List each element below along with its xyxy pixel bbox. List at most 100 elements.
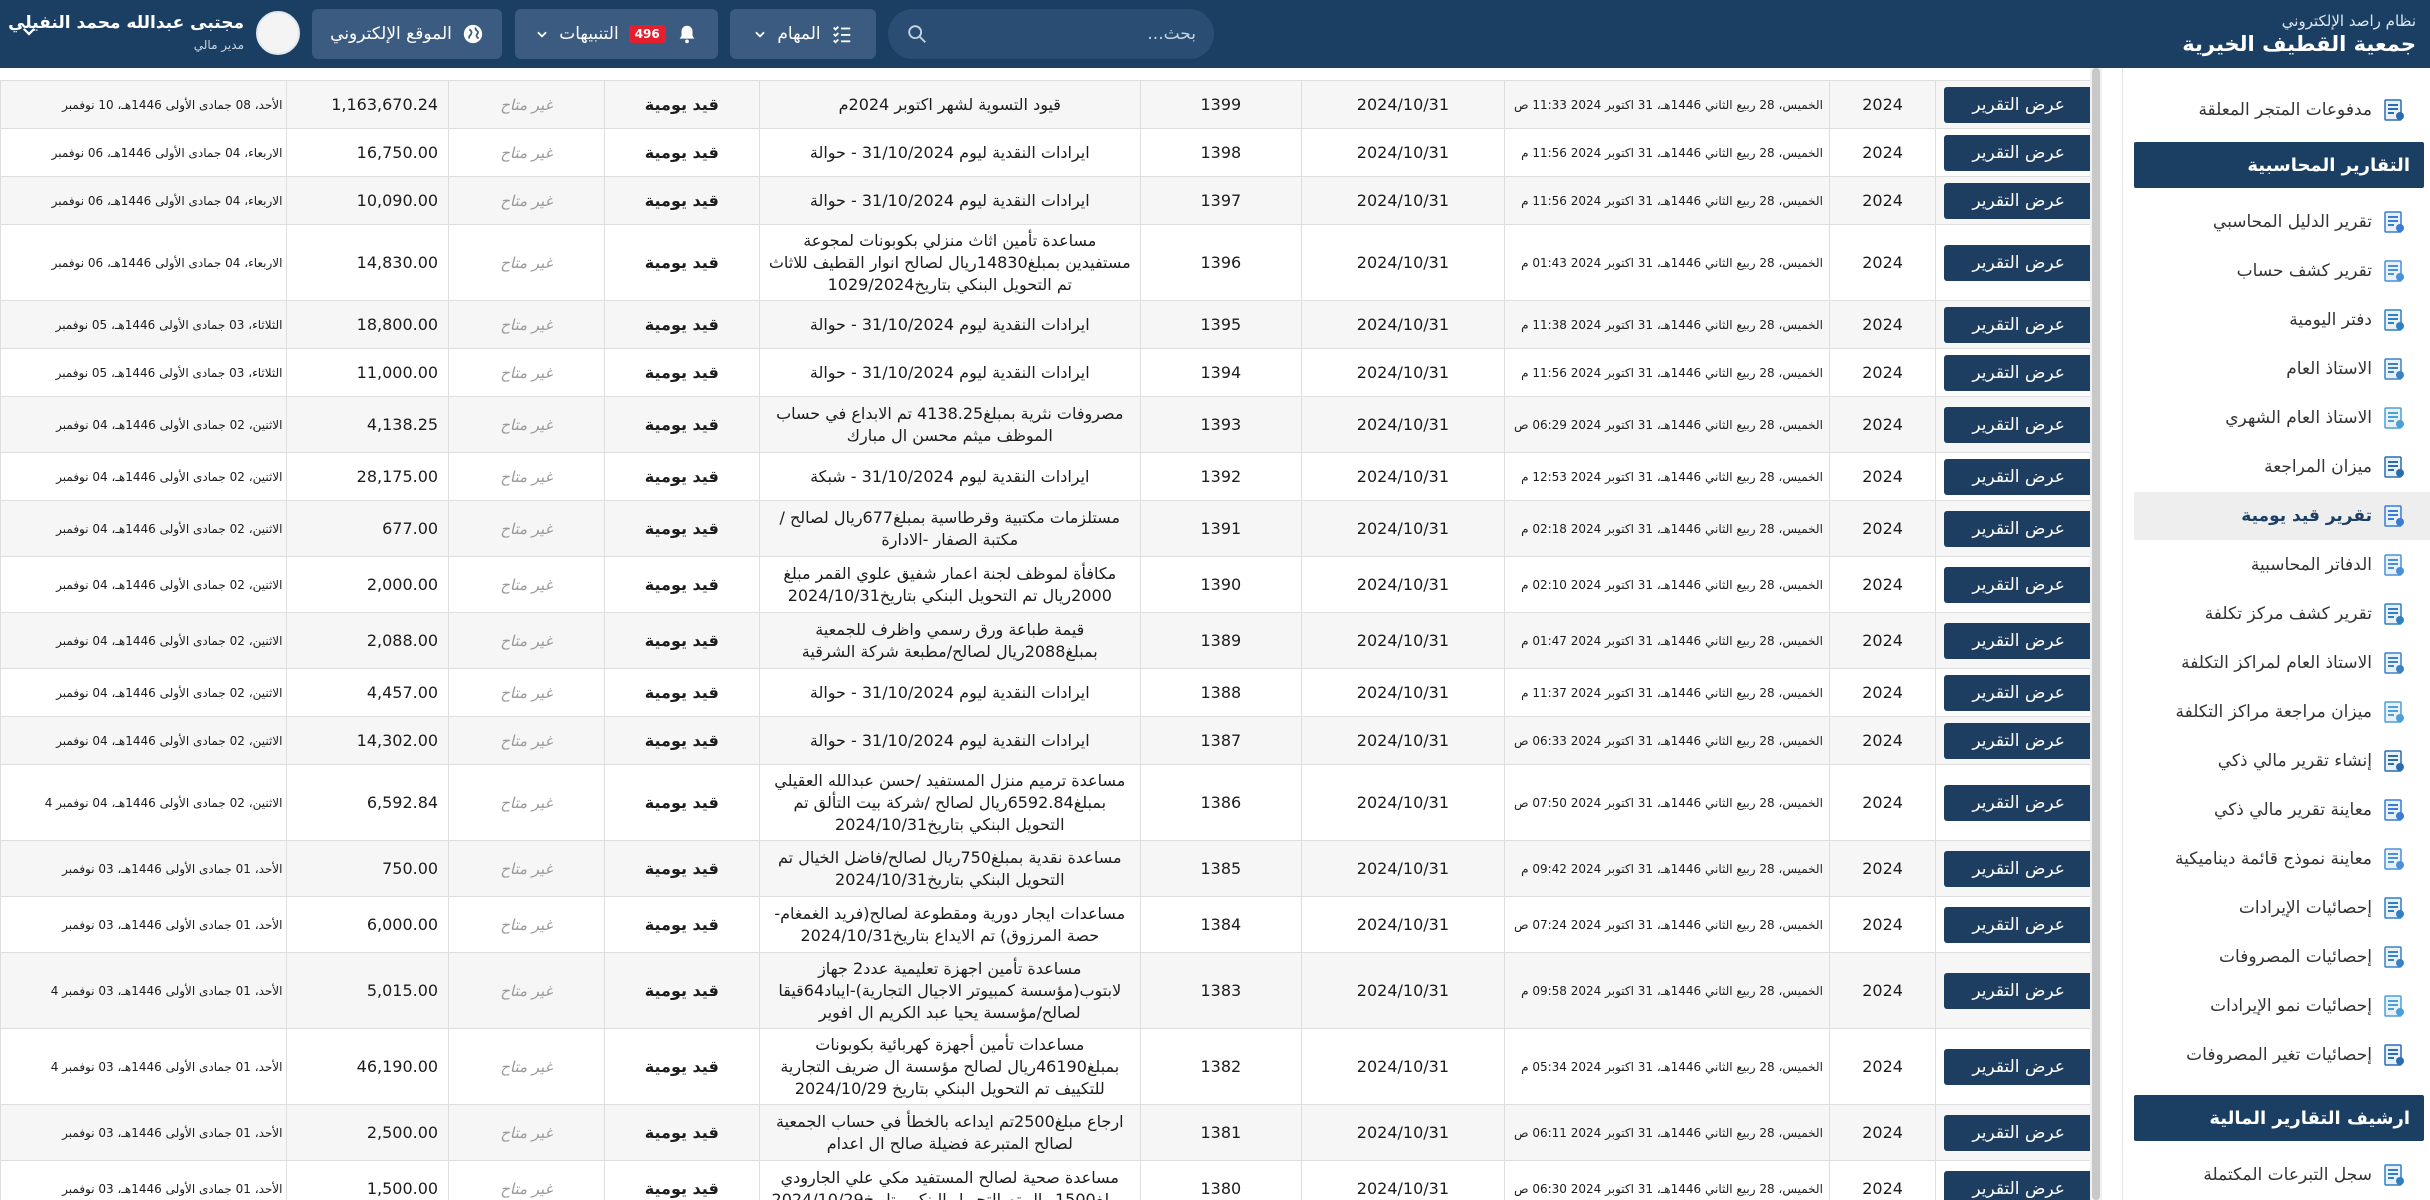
view-report-button[interactable]: عرض التقرير — [1944, 354, 2093, 391]
view-report-button[interactable]: عرض التقرير — [1944, 674, 2093, 711]
sidebar-item[interactable]: سجل التبرعات المكتملة — [2134, 1151, 2430, 1199]
cell-approved: الأحد، 01 جمادى الأولى 1446هـ، 03 نوفمبر… — [0, 952, 288, 1029]
action-cell: عرض التقرير — [1935, 896, 2102, 953]
view-report-button[interactable]: عرض التقرير — [1944, 784, 2093, 821]
scrollbar-thumb[interactable] — [2092, 68, 2100, 1200]
view-report-button[interactable]: عرض التقرير — [1944, 458, 2093, 495]
cell-created: الخميس، 28 ربيع الثاني 1446هـ، 31 اكتوبر… — [1503, 396, 1830, 453]
sidebar-item[interactable]: إحصائيات المصروفات — [2134, 933, 2430, 981]
cell-type: قيد يومية — [603, 716, 761, 765]
report-icon — [2384, 701, 2404, 723]
cell-created: الخميس، 28 ربيع الثاني 1446هـ، 31 اكتوبر… — [1503, 840, 1830, 897]
view-report-button[interactable]: عرض التقرير — [1944, 906, 2093, 943]
sidebar-item[interactable]: تقرير كشف مركز تكلفة — [2134, 590, 2430, 638]
view-report-button[interactable]: عرض التقرير — [1944, 306, 2093, 343]
cell-num: 1382 — [1139, 1028, 1303, 1105]
sidebar-item[interactable]: ميزان المراجعة — [2134, 443, 2430, 491]
view-report-button[interactable]: عرض التقرير — [1944, 86, 2093, 123]
view-report-button[interactable]: عرض التقرير — [1944, 1114, 2093, 1151]
cell-type: قيد يومية — [603, 396, 761, 453]
search-input[interactable] — [940, 24, 1196, 44]
user-menu[interactable]: مجتبى عبدالله محمد النفيلي مدير مالي — [8, 8, 300, 60]
view-report-button[interactable]: عرض التقرير — [1944, 1048, 2093, 1085]
cell-created: الخميس، 28 ربيع الثاني 1446هـ، 31 اكتوبر… — [1503, 300, 1830, 349]
cell-approved: الأحد، 08 جمادى الأولى 1446هـ، 10 نوفمبر — [0, 80, 288, 129]
view-report-button[interactable]: عرض التقرير — [1944, 406, 2093, 443]
view-report-button[interactable]: عرض التقرير — [1944, 182, 2093, 219]
website-label: الموقع الإلكتروني — [330, 24, 452, 44]
view-report-button[interactable]: عرض التقرير — [1944, 244, 2093, 281]
sidebar-item-label: تقرير كشف مركز تكلفة — [2204, 604, 2372, 624]
sidebar-item[interactable]: معاينة تقرير مالي ذكي — [2134, 786, 2430, 834]
action-cell: عرض التقرير — [1935, 500, 2102, 557]
tasks-button[interactable]: المهام — [730, 9, 876, 59]
cell-created: الخميس، 28 ربيع الثاني 1446هـ، 31 اكتوبر… — [1503, 952, 1830, 1029]
cell-avail: غير متاح — [448, 500, 605, 557]
sidebar-item[interactable]: مدفوعات المتجر المعلقة — [2134, 86, 2430, 134]
sidebar-item-label: إحصائيات الإيرادات — [2238, 898, 2372, 918]
sidebar-item[interactable]: إحصائيات الإيرادات — [2134, 884, 2430, 932]
cell-date: 2024/10/31 — [1301, 452, 1505, 501]
cell-num: 1392 — [1139, 452, 1303, 501]
cell-type: قيد يومية — [603, 896, 761, 953]
cell-num: 1396 — [1139, 224, 1303, 301]
chevron-down-icon[interactable] — [20, 22, 38, 40]
sidebar-item[interactable]: دفتر اليومية — [2134, 296, 2430, 344]
globe-icon — [463, 24, 483, 44]
sidebar-item[interactable]: تقرير كشف حساب — [2134, 247, 2430, 295]
cell-amount: 750.00 — [286, 840, 450, 897]
cell-approved: الأحد، 01 جمادى الأولى 1446هـ، 03 نوفمبر — [0, 896, 288, 953]
cell-created: الخميس، 28 ربيع الثاني 1446هـ، 31 اكتوبر… — [1503, 500, 1830, 557]
cell-num: 1386 — [1139, 764, 1303, 841]
cell-created: الخميس، 28 ربيع الثاني 1446هـ، 31 اكتوبر… — [1503, 348, 1830, 397]
cell-num: 1398 — [1139, 128, 1303, 177]
view-report-button[interactable]: عرض التقرير — [1944, 566, 2093, 603]
view-report-button[interactable]: عرض التقرير — [1944, 622, 2093, 659]
cell-desc: ايرادات النقدية ليوم 31/10/2024 - حوالة — [759, 716, 1141, 765]
view-report-button[interactable]: عرض التقرير — [1944, 972, 2093, 1009]
sidebar-item[interactable]: تقرير قيد يومية — [2134, 492, 2430, 540]
view-report-button[interactable]: عرض التقرير — [1944, 1170, 2093, 1200]
cell-approved: الاثنين، 02 جمادى الأولى 1446هـ، 04 نوفم… — [0, 764, 288, 841]
cell-date: 2024/10/31 — [1301, 80, 1505, 129]
sidebar-item[interactable]: ميزان مراجعة مراكز التكلفة — [2134, 688, 2430, 736]
sidebar-item[interactable]: الاستاذ العام لمراكز التكلفة — [2134, 639, 2430, 687]
view-report-button[interactable]: عرض التقرير — [1944, 510, 2093, 547]
sidebar-item[interactable]: إحصائيات تغير المصروفات — [2134, 1031, 2430, 1079]
avatar[interactable] — [256, 11, 300, 55]
cell-date: 2024/10/31 — [1301, 1160, 1505, 1200]
view-report-button[interactable]: عرض التقرير — [1944, 850, 2093, 887]
sidebar-item[interactable]: معاينة نموذج قائمة ديناميكية — [2134, 835, 2430, 883]
sidebar-item[interactable]: الدفاتر المحاسبية — [2134, 541, 2430, 589]
content-scrollbar[interactable] — [2090, 68, 2102, 1200]
cell-type: قيد يومية — [603, 840, 761, 897]
view-report-button[interactable]: عرض التقرير — [1944, 722, 2093, 759]
report-icon — [2384, 995, 2404, 1017]
journal-entries-table-container: عرض التقرير 2024 الخميس، 28 ربيع الثاني 14… — [0, 80, 2102, 1200]
cell-created: الخميس، 28 ربيع الثاني 1446هـ، 31 اكتوبر… — [1503, 896, 1830, 953]
sidebar-section-header[interactable]: التقارير المحاسبية — [2134, 142, 2424, 188]
sidebar-item[interactable]: الاستاذ العام الشهري — [2134, 394, 2430, 442]
cell-avail: غير متاح — [448, 1160, 605, 1200]
cell-desc: ايرادات النقدية ليوم 31/10/2024 - حوالة — [759, 300, 1141, 349]
action-cell: عرض التقرير — [1935, 396, 2102, 453]
sidebar-item[interactable]: تقرير الدليل المحاسبي — [2134, 198, 2430, 246]
sidebar-item[interactable]: إنشاء تقرير مالي ذكي — [2134, 737, 2430, 785]
sidebar-item-label: الاستاذ العام الشهري — [2225, 408, 2372, 428]
sidebar-item[interactable]: الاستاذ العام — [2134, 345, 2430, 393]
view-report-button[interactable]: عرض التقرير — [1944, 134, 2093, 171]
sidebar-item-label: تقرير كشف حساب — [2236, 261, 2372, 281]
cell-date: 2024/10/31 — [1301, 500, 1505, 557]
cell-amount: 677.00 — [286, 500, 450, 557]
table-row: عرض التقرير 2024 الخميس، 28 ربيع الثاني 14… — [0, 396, 2102, 453]
search-box[interactable] — [888, 9, 1214, 59]
sidebar-section-header[interactable]: ارشيف التقارير المالية — [2134, 1095, 2424, 1141]
sidebar-item[interactable]: إحصائيات نمو الإيرادات — [2134, 982, 2430, 1030]
website-button[interactable]: الموقع الإلكتروني — [312, 9, 502, 59]
cell-amount: 18,800.00 — [286, 300, 450, 349]
search-icon[interactable] — [906, 23, 928, 45]
cell-approved: الأحد، 01 جمادى الأولى 1446هـ، 03 نوفمبر — [0, 1160, 288, 1200]
cell-type: قيد يومية — [603, 764, 761, 841]
notifications-button[interactable]: 496 التنبيهات — [515, 9, 718, 59]
cell-num: 1399 — [1139, 80, 1303, 129]
